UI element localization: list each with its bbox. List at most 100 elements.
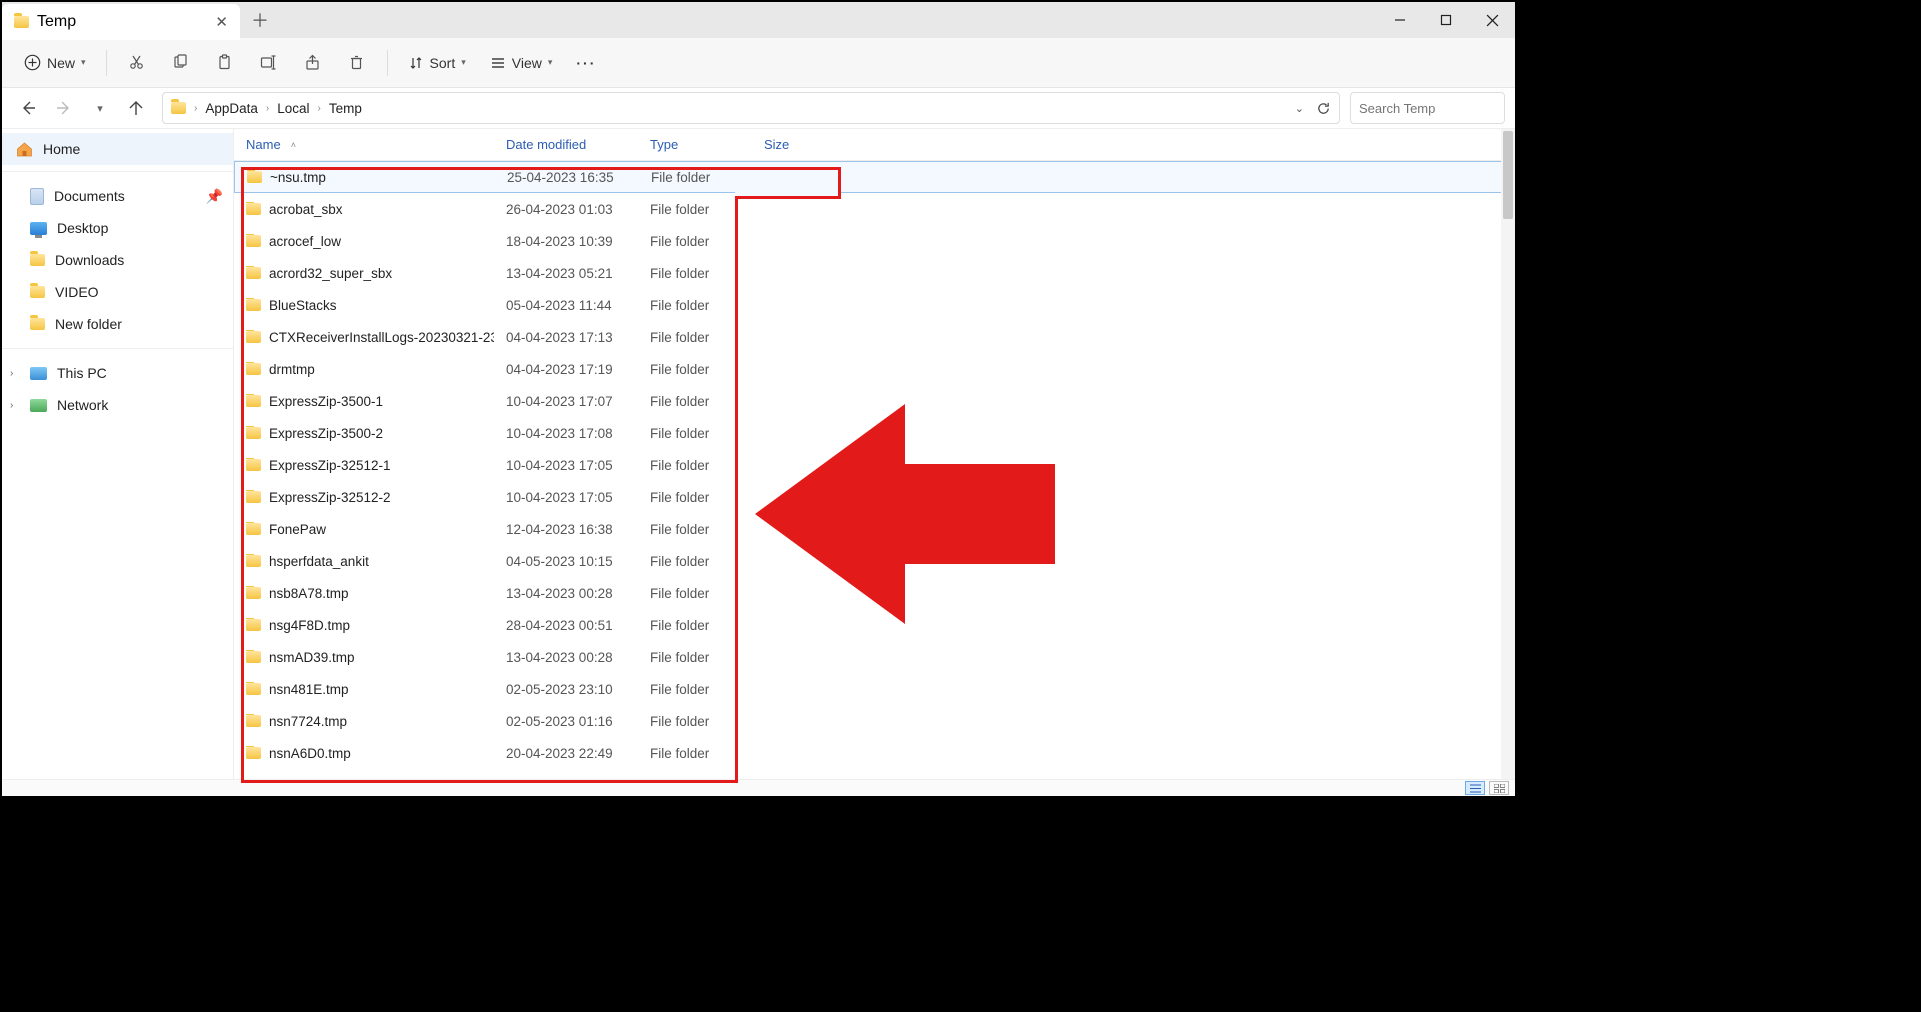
folder-icon <box>171 102 186 114</box>
table-row[interactable]: drmtmp04-04-2023 17:19File folder <box>234 353 1515 385</box>
close-window-button[interactable] <box>1469 2 1515 38</box>
document-icon <box>30 188 44 205</box>
file-date: 02-05-2023 01:16 <box>494 714 638 729</box>
file-type: File folder <box>638 746 752 761</box>
paste-button[interactable] <box>205 45 245 81</box>
clipboard-icon <box>216 54 233 71</box>
chevron-right-icon: › <box>264 103 271 114</box>
folder-icon <box>30 286 45 298</box>
chevron-down-icon[interactable]: ⌄ <box>1295 102 1304 115</box>
file-date: 18-04-2023 10:39 <box>494 234 638 249</box>
refresh-icon[interactable] <box>1316 101 1331 116</box>
address-bar[interactable]: › AppData › Local › Temp ⌄ <box>162 92 1340 124</box>
scrollbar-thumb[interactable] <box>1503 131 1513 219</box>
table-row[interactable]: ~nsu.tmp25-04-2023 16:35File folder <box>234 161 1515 193</box>
sidebar-item[interactable]: ›This PC <box>2 357 233 389</box>
search-input[interactable] <box>1359 101 1517 116</box>
home-icon <box>16 142 33 157</box>
table-row[interactable]: acrord32_super_sbx13-04-2023 05:21File f… <box>234 257 1515 289</box>
share-button[interactable] <box>293 45 333 81</box>
column-size[interactable]: Size <box>752 129 852 160</box>
view-button[interactable]: View ▾ <box>480 45 563 81</box>
file-type: File folder <box>638 650 752 665</box>
sidebar-item[interactable]: New folder <box>2 308 233 340</box>
copy-button[interactable] <box>161 45 201 81</box>
toolbar: New ▾ Sort ▾ View ▾ <box>2 38 1515 88</box>
chevron-right-icon: › <box>316 103 323 114</box>
file-name: acrord32_super_sbx <box>269 266 392 281</box>
file-type: File folder <box>638 682 752 697</box>
scissors-icon <box>128 54 145 71</box>
folder-icon <box>246 235 261 247</box>
sidebar-item[interactable]: Desktop <box>2 212 233 244</box>
sidebar: Home Documents📌 Desktop Downloads VIDEONew … <box>2 129 234 779</box>
forward-button[interactable] <box>48 92 80 124</box>
folder-icon <box>246 715 261 727</box>
ellipsis-icon: ··· <box>576 55 596 71</box>
divider <box>2 171 233 172</box>
file-name: ~nsu.tmp <box>270 170 326 185</box>
folder-icon <box>30 254 45 266</box>
column-type[interactable]: Type <box>638 129 752 160</box>
back-button[interactable] <box>12 92 44 124</box>
thumbnails-view-button[interactable] <box>1489 781 1509 795</box>
file-type: File folder <box>638 298 752 313</box>
sidebar-item-label: Downloads <box>55 252 124 268</box>
cut-button[interactable] <box>117 45 157 81</box>
new-tab-button[interactable]: ＋ <box>240 2 280 38</box>
folder-icon <box>30 318 45 330</box>
file-name: acrocef_low <box>269 234 341 249</box>
status-bar <box>2 779 1515 796</box>
table-row[interactable]: acrocef_low18-04-2023 10:39File folder <box>234 225 1515 257</box>
chevron-down-icon: ▾ <box>97 102 103 115</box>
new-button[interactable]: New ▾ <box>14 45 96 81</box>
breadcrumb[interactable]: Temp <box>329 101 362 116</box>
maximize-button[interactable] <box>1423 2 1469 38</box>
file-name: ExpressZip-3500-1 <box>269 394 383 409</box>
folder-icon <box>246 299 261 311</box>
file-type: File folder <box>638 458 752 473</box>
divider <box>2 348 233 349</box>
table-row[interactable]: BlueStacks05-04-2023 11:44File folder <box>234 289 1515 321</box>
close-tab-button[interactable]: ✕ <box>215 13 228 31</box>
table-row[interactable]: CTXReceiverInstallLogs-20230321-23415604… <box>234 321 1515 353</box>
up-button[interactable] <box>120 92 152 124</box>
sort-button[interactable]: Sort ▾ <box>398 45 476 81</box>
breadcrumb[interactable]: Local <box>277 101 309 116</box>
sidebar-item[interactable]: VIDEO <box>2 276 233 308</box>
recent-button[interactable]: ▾ <box>84 92 116 124</box>
rename-button[interactable] <box>249 45 289 81</box>
window-tab[interactable]: Temp ✕ <box>2 4 240 40</box>
file-name: acrobat_sbx <box>269 202 343 217</box>
table-row[interactable]: nsn7724.tmp02-05-2023 01:16File folder <box>234 705 1515 737</box>
vertical-scrollbar[interactable] <box>1501 129 1515 779</box>
table-row[interactable]: nsmAD39.tmp13-04-2023 00:28File folder <box>234 641 1515 673</box>
table-row[interactable]: nsnA6D0.tmp20-04-2023 22:49File folder <box>234 737 1515 769</box>
sidebar-item[interactable]: ›Network <box>2 389 233 421</box>
search-box[interactable] <box>1350 92 1505 124</box>
rename-icon <box>260 54 278 71</box>
file-name: hsperfdata_ankit <box>269 554 369 569</box>
folder-icon <box>246 587 261 599</box>
table-row[interactable]: nsn481E.tmp02-05-2023 23:10File folder <box>234 673 1515 705</box>
column-date[interactable]: Date modified <box>494 129 638 160</box>
file-date: 28-04-2023 00:51 <box>494 618 638 633</box>
sidebar-item[interactable]: Downloads <box>2 244 233 276</box>
file-type: File folder <box>638 394 752 409</box>
folder-icon <box>246 651 261 663</box>
file-name: BlueStacks <box>269 298 337 313</box>
column-name[interactable]: Name ˄ <box>234 129 494 160</box>
divider <box>387 50 388 76</box>
file-name: FonePaw <box>269 522 326 537</box>
minimize-button[interactable] <box>1377 2 1423 38</box>
details-view-button[interactable] <box>1465 781 1485 795</box>
table-row[interactable]: acrobat_sbx26-04-2023 01:03File folder <box>234 193 1515 225</box>
nav-row: ▾ › AppData › Local › Temp ⌄ <box>2 88 1515 129</box>
sidebar-item-label: Desktop <box>57 220 108 236</box>
sidebar-item[interactable]: Documents📌 <box>2 180 233 212</box>
delete-button[interactable] <box>337 45 377 81</box>
sidebar-item-label: This PC <box>57 365 107 381</box>
breadcrumb[interactable]: AppData <box>205 101 258 116</box>
sidebar-item-home[interactable]: Home <box>2 133 233 165</box>
more-button[interactable]: ··· <box>566 45 606 81</box>
